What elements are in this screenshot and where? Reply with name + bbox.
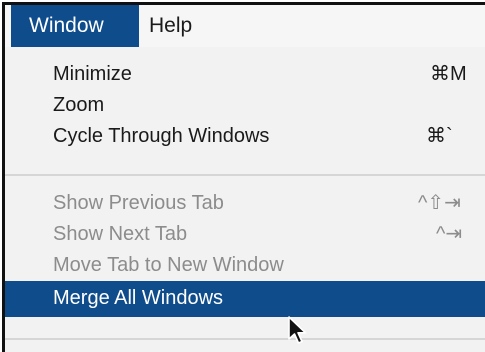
screenshot-frame: Window Help Minimize ⌘M Zoom Cycle Throu…	[2, 2, 485, 352]
menu-item-label: Cycle Through Windows	[53, 125, 270, 147]
menu-item-merge-all-windows[interactable]: Merge All Windows	[5, 281, 485, 317]
menu-item-show-next-tab[interactable]: Show Next Tab ^⇥	[5, 219, 485, 250]
menu-item-cycle-through-windows[interactable]: Cycle Through Windows ⌘`	[5, 121, 485, 152]
menu-bar: Window Help	[5, 5, 485, 48]
menu-item-zoom[interactable]: Zoom	[5, 90, 485, 121]
menu-item-move-tab-to-new-window[interactable]: Move Tab to New Window	[5, 250, 485, 281]
menu-item-label: Move Tab to New Window	[53, 254, 284, 276]
menu-item-label: Minimize	[53, 63, 132, 85]
menu-item-label: Zoom	[53, 94, 105, 116]
menu-item-show-previous-tab[interactable]: Show Previous Tab ^⇧⇥	[5, 188, 485, 219]
menu-separator	[5, 338, 485, 340]
window-menu-dropdown: Minimize ⌘M Zoom Cycle Through Windows ⌘…	[5, 47, 485, 352]
menu-item-label: Merge All Windows	[53, 287, 224, 309]
menu-item-label: Show Next Tab	[53, 223, 188, 245]
menu-item-minimize[interactable]: Minimize ⌘M	[5, 59, 485, 90]
menubar-item-window[interactable]: Window	[11, 5, 139, 47]
arrow-pointer-icon	[288, 316, 307, 344]
menu-separator	[5, 174, 485, 176]
menu-item-shortcut: ^⇧⇥	[418, 192, 461, 214]
menu-item-label: Show Previous Tab	[53, 192, 224, 214]
menu-item-shortcut: ⌘M	[430, 63, 467, 85]
menu-item-shortcut: ⌘`	[426, 125, 453, 147]
menubar-item-help[interactable]: Help	[149, 5, 219, 47]
menu-item-shortcut: ^⇥	[436, 223, 463, 245]
